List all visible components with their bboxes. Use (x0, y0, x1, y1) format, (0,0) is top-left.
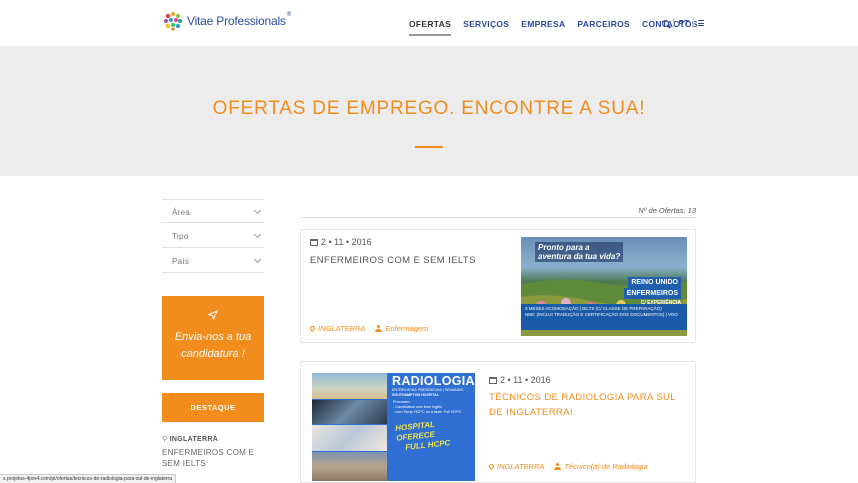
filter-area-label: Área (172, 208, 191, 217)
person-icon (375, 325, 383, 332)
offer-title[interactable]: TÉCNICOS DE RADIOLOGIA PARA SUL DE INGLA… (489, 390, 679, 420)
nav-servicos[interactable]: SERVIÇOS (463, 19, 509, 29)
ad-benefit-2: NMC (INCLUI TRADUÇÃO E CERTIFICAÇÃO DOS … (525, 312, 678, 317)
title-underline (415, 146, 443, 148)
ad-title: RADIOLOGIA (392, 374, 475, 388)
ad-benefits-band: 3 MESES ACOMODAÇÃO | IELTS (C/ CLASSE DE… (521, 304, 687, 330)
city-photo (312, 452, 387, 481)
nav-parceiros[interactable]: PARCEIROS (577, 19, 630, 29)
chevron-down-icon (253, 206, 262, 215)
offer-count: Nº de Ofertas: 13 (638, 206, 696, 215)
location-pin-icon (308, 324, 317, 333)
send-line-1: Envia-nos a tua (174, 331, 252, 343)
chevron-down-icon (253, 230, 262, 239)
site-header: Vitae Professionals ® OFERTAS SERVIÇOS E… (0, 0, 858, 46)
offer-category[interactable]: Técnico(a) de Radiologia (564, 462, 647, 471)
offer-meta: INGLATERRA Enfermagem (308, 324, 428, 333)
filter-pais-label: País (172, 257, 190, 266)
offer-date: 2 • 11 • 2016 (489, 375, 551, 385)
brand-logo[interactable]: Vitae Professionals ® (162, 10, 291, 32)
send-icon (208, 310, 218, 320)
divider (673, 18, 674, 28)
ad-headline-1: Pronto para a (538, 243, 590, 252)
filter-area[interactable]: Área (162, 199, 264, 223)
brand-registered-mark: ® (286, 12, 292, 18)
brand-name: Vitae Professionals (187, 14, 286, 28)
ad-headline: Pronto para a aventura da tua vida? (535, 242, 624, 262)
offer-location[interactable]: INGLATERRA (318, 324, 365, 333)
offer-category[interactable]: Enfermagem (385, 324, 428, 333)
offer-image[interactable]: RADIOLOGIA ENTREVISTAS PRESENCIAIS | SEM… (312, 373, 475, 481)
filter-tipo-label: Tipo (172, 232, 189, 241)
beach-photo (312, 373, 387, 399)
calendar-icon (310, 238, 318, 246)
search-icon[interactable] (662, 19, 669, 27)
ad-headline-2: aventura da tua vida? (538, 252, 621, 261)
person-icon (554, 463, 562, 470)
featured-location-text: INGLATERRA (169, 436, 219, 443)
divider (692, 18, 694, 28)
nav-ofertas[interactable]: OFERTAS (409, 19, 452, 36)
status-bar-url: s.projetos-4por4.com/pt/ofertas/tecnicos… (0, 474, 176, 483)
logo-icon (162, 10, 184, 32)
send-application-text: Envia-nos a tua candidatura ! (162, 329, 264, 363)
doctor-photo (312, 425, 387, 451)
chevron-down-icon (253, 255, 262, 264)
send-application-button[interactable]: Envia-nos a tua candidatura ! (162, 296, 264, 380)
filter-tipo[interactable]: Tipo (162, 224, 264, 248)
ad-country: REINO UNIDO (628, 277, 681, 288)
language-switch[interactable]: PT (678, 18, 689, 28)
xray-photo (312, 400, 387, 424)
page-title: OFERTAS DE EMPREGO. ENCONTRE A SUA! (212, 98, 646, 119)
menu-icon[interactable] (697, 20, 704, 26)
offer-date-text: 2 • 11 • 2016 (321, 237, 372, 247)
nav-tools: PT (662, 18, 704, 28)
calendar-icon (489, 376, 497, 384)
ad-role: ENFERMEIROS (623, 288, 681, 299)
location-pin-icon (487, 462, 496, 471)
featured-button[interactable]: DESTAQUE (162, 393, 264, 422)
ad-offer: HOSPITAL OFERECE FULL HCPC (389, 413, 475, 455)
send-line-2: candidatura ! (181, 348, 245, 360)
ad-text-panel: RADIOLOGIA ENTREVISTAS PRESENCIAIS | SEM… (390, 373, 475, 481)
offer-image[interactable]: Pronto para a aventura da tua vida? REIN… (521, 237, 687, 336)
featured-location: ⚲ INGLATERRA (162, 435, 218, 443)
offer-meta: INGLATERRA Técnico(a) de Radiologia (487, 462, 648, 471)
offer-date-text: 2 • 11 • 2016 (500, 375, 551, 385)
location-pin-icon: ⚲ (162, 436, 168, 443)
offer-date: 2 • 11 • 2016 (310, 237, 372, 247)
hero-banner: OFERTAS DE EMPREGO. ENCONTRE A SUA! (0, 46, 858, 176)
filter-pais[interactable]: País (162, 249, 264, 273)
offer-title[interactable]: ENFERMEIROS COM E SEM IELTS (310, 253, 510, 268)
results-header: Nº de Ofertas: 13 (300, 200, 696, 218)
featured-offer-link[interactable]: ENFERMEIROS COM E SEM IELTS (162, 447, 272, 469)
nav-empresa[interactable]: EMPRESA (521, 19, 565, 29)
offer-location[interactable]: INGLATERRA (497, 462, 544, 471)
